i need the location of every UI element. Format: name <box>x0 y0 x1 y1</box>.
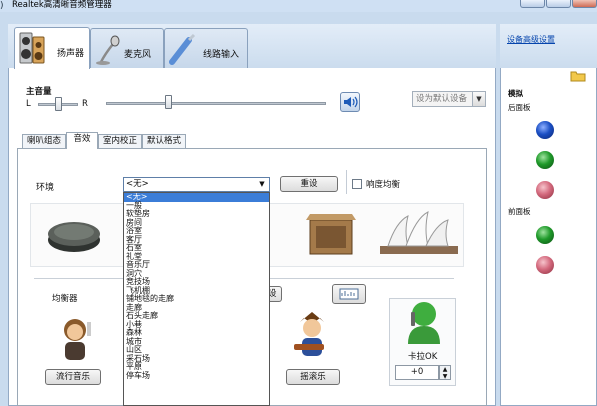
tab-line-in[interactable]: 线路输入 <box>164 28 248 68</box>
opera-house-image-icon[interactable] <box>378 208 460 260</box>
environment-option[interactable]: 城市 <box>124 337 269 347</box>
separator <box>346 170 347 194</box>
environment-option[interactable]: 房间 <box>124 218 269 228</box>
jack-blue-back[interactable] <box>536 121 554 139</box>
environment-option[interactable]: 浴室 <box>124 226 269 236</box>
pop-music-button[interactable]: 流行音乐 <box>45 369 101 385</box>
loudness-checkbox[interactable] <box>352 179 362 189</box>
volume-icon <box>344 96 358 108</box>
environment-option[interactable]: 客厅 <box>124 235 269 245</box>
rock-music-character-icon <box>294 312 324 356</box>
environment-option[interactable]: 软垫房 <box>124 209 269 219</box>
speakers-icon <box>19 32 45 64</box>
tab-speaker-config[interactable]: 喇叭组态 <box>22 134 66 148</box>
tab-microphone-label: 麦克风 <box>124 50 152 60</box>
close-button[interactable] <box>572 0 597 8</box>
karaoke-key-value[interactable]: +0 <box>395 365 439 380</box>
balance-left-label: L <box>26 99 31 109</box>
jack-pink-back[interactable] <box>536 181 554 199</box>
jack-green-back[interactable] <box>536 151 554 169</box>
chevron-down-icon[interactable]: ▼ <box>472 91 486 107</box>
speaker-icon: ) <box>0 1 4 11</box>
back-panel-label: 后面板 <box>508 103 531 112</box>
equalizer-label: 均衡器 <box>52 294 78 304</box>
tab-default-format[interactable]: 默认格式 <box>142 134 186 148</box>
tab-microphone[interactable]: 麦克风 <box>90 28 164 68</box>
rock-music-button[interactable]: 摇滚乐 <box>286 369 340 385</box>
chevron-down-icon[interactable]: ▼ <box>255 178 269 191</box>
tab-room-correction[interactable]: 室内校正 <box>98 134 142 148</box>
minimize-button[interactable] <box>520 0 545 8</box>
environment-option[interactable]: 停车场 <box>124 371 269 381</box>
volume-slider[interactable] <box>165 95 172 109</box>
karaoke-key-stepper[interactable]: ▲ ▼ <box>439 365 451 380</box>
connector-panel-header <box>500 24 597 68</box>
window-title: Realtek高清晰音频管理器 <box>12 0 112 10</box>
stone-room-image-icon[interactable] <box>302 210 360 258</box>
karaoke-singer-icon <box>408 302 440 344</box>
graphic-equalizer-button[interactable] <box>332 284 366 304</box>
tab-line-in-label: 线路输入 <box>203 50 240 60</box>
mute-button[interactable] <box>340 92 360 112</box>
loudness-label: 响度均衡 <box>366 180 401 190</box>
tab-sound-effects[interactable]: 音效 <box>66 132 98 149</box>
folder-icon[interactable] <box>570 70 586 82</box>
tab-speakers[interactable]: 扬声器 <box>14 27 90 69</box>
advanced-settings-link[interactable]: 设备高级设置 <box>507 34 555 45</box>
equalizer-reset-button[interactable]: 设 <box>268 286 282 302</box>
environment-option[interactable]: 石头走廊 <box>124 311 269 321</box>
environment-reset-button[interactable]: 重设 <box>280 176 338 192</box>
padded-room-image-icon[interactable] <box>44 212 104 256</box>
environment-option[interactable]: 采石场 <box>124 354 269 364</box>
environment-option[interactable]: <无> <box>124 193 269 202</box>
master-volume-label: 主音量 <box>26 87 52 97</box>
environment-option[interactable]: 石室 <box>124 243 269 253</box>
environment-options-list[interactable]: <无> 一般 软垫房 房间 浴室 客厅 石室 礼堂 音乐厅 洞穴 竞技场 飞机棚 铺地毯的走廊 走廊 石头走… <box>123 192 270 406</box>
jack-green-front[interactable] <box>536 226 554 244</box>
balance-right-label: R <box>82 99 88 109</box>
volume-track <box>106 102 326 105</box>
front-panel-label: 前面板 <box>508 207 531 216</box>
environment-label: 环境 <box>36 183 55 193</box>
analog-label: 模拟 <box>508 89 523 98</box>
line-in-icon <box>169 33 196 65</box>
jack-pink-front[interactable] <box>536 256 554 274</box>
microphone-icon <box>96 35 120 65</box>
environment-option[interactable]: 音乐厅 <box>124 260 269 270</box>
environment-select[interactable]: <无> <box>123 177 270 192</box>
equalizer-icon <box>339 288 359 300</box>
environment-option[interactable]: 森林 <box>124 328 269 338</box>
environment-option[interactable]: 小巷 <box>124 320 269 330</box>
environment-option[interactable]: 铺地毯的走廊 <box>124 294 269 304</box>
balance-slider[interactable] <box>55 97 62 111</box>
karaoke-label: 卡拉OK <box>408 352 438 362</box>
pop-music-character-icon <box>64 319 91 360</box>
tab-speakers-label: 扬声器 <box>57 49 85 59</box>
maximize-button[interactable] <box>546 0 571 8</box>
